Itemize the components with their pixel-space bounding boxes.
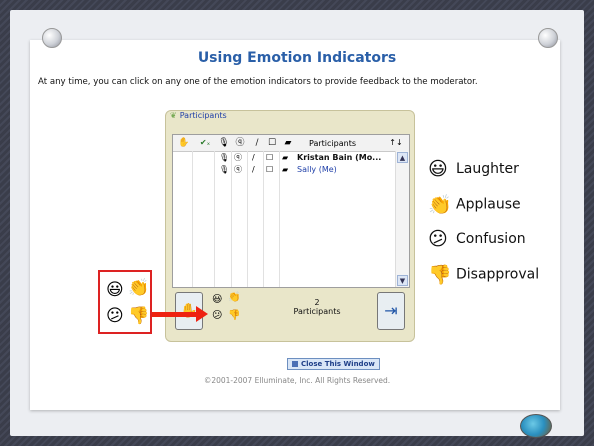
disapproval-large-icon: 👎 xyxy=(128,306,150,326)
participant-name: Kristan Bain (Mo... xyxy=(297,153,382,162)
whiteboard-pen-icon: / xyxy=(252,165,255,174)
legend-label: Laughter xyxy=(456,161,519,177)
participants-tab[interactable]: ❦ Participants xyxy=(170,111,227,120)
legend-applause: 👏 Applause xyxy=(428,193,521,216)
participant-count-number: 2 xyxy=(314,298,320,307)
participant-count-label: Participants xyxy=(293,307,341,316)
participant-count: 2 Participants xyxy=(272,298,362,316)
legend-label: Confusion xyxy=(456,231,526,247)
applause-icon: 👏 xyxy=(428,194,452,216)
video-icon: ▰ xyxy=(282,153,289,162)
app-share-icon: ☐ xyxy=(266,165,274,174)
slide-description: At any time, you can click on any one of… xyxy=(38,77,478,87)
laughter-icon: 😃 xyxy=(428,158,448,180)
microphone-icon: 🎙 xyxy=(219,153,230,162)
applause-large-icon: 👏 xyxy=(128,278,150,298)
video-column-icon[interactable]: ▰ xyxy=(281,137,295,149)
microphone-column-icon[interactable]: 🎙 xyxy=(217,137,231,149)
participants-list-header: ✋ ✔ₓ 🎙 ⓠ / ☐ ▰ Participants ↑↓ xyxy=(173,135,409,152)
participants-tab-label: Participants xyxy=(179,111,227,120)
pushpin-right-icon xyxy=(538,28,558,48)
close-window-button[interactable]: Close This Window xyxy=(287,358,380,370)
emotion-column-icon[interactable]: ⓠ xyxy=(233,137,247,149)
app-share-icon: ☐ xyxy=(266,153,274,162)
sort-icon[interactable]: ↑↓ xyxy=(389,137,403,149)
participant-row[interactable]: 🎙 ⓠ / ☐ ▰ Sally (Me) xyxy=(173,164,393,175)
emotion-status-icon: ⓠ xyxy=(234,153,242,162)
laughter-small-icon[interactable]: 😃 xyxy=(212,294,222,306)
agree-disagree-column-icon[interactable]: ✔ₓ xyxy=(198,137,212,149)
emotion-status-icon: ⓠ xyxy=(234,165,242,174)
disapproval-small-icon[interactable]: 👎 xyxy=(228,310,240,322)
legend-laughter: 😃 Laughter xyxy=(428,158,519,180)
whiteboard-pen-icon: / xyxy=(252,153,255,162)
video-icon: ▰ xyxy=(282,165,289,174)
pointer-arrow-head xyxy=(196,306,208,322)
application-sharing-column-icon[interactable]: ☐ xyxy=(265,137,279,149)
participants-list: ✋ ✔ₓ 🎙 ⓠ / ☐ ▰ Participants ↑↓ 🎙 ⓠ / ☐ ▰… xyxy=(172,134,410,288)
legend-label: Applause xyxy=(456,196,521,213)
scroll-down-button[interactable]: ▼ xyxy=(397,275,408,286)
legend-label: Disapproval xyxy=(456,266,540,283)
pointer-arrow xyxy=(152,312,198,317)
participants-tab-icon: ❦ xyxy=(170,111,177,120)
confusion-icon: 😕 xyxy=(428,228,448,250)
slide-title: Using Emotion Indicators xyxy=(197,50,397,66)
close-window-label: Close This Window xyxy=(301,360,375,368)
confusion-small-icon[interactable]: 😕 xyxy=(212,310,222,322)
participant-row[interactable]: 🎙 ⓠ / ☐ ▰ Kristan Bain (Mo... xyxy=(173,152,393,163)
close-window-icon xyxy=(292,361,298,367)
legend-confusion: 😕 Confusion xyxy=(428,228,526,250)
participant-name: Sally (Me) xyxy=(297,165,337,174)
emotion-highlight-box: 😃 👏 😕 👎 xyxy=(98,270,152,334)
applause-small-icon[interactable]: 👏 xyxy=(228,292,240,304)
pushpin-left-icon xyxy=(42,28,62,48)
scroll-up-button[interactable]: ▲ xyxy=(397,152,408,163)
confusion-large-icon: 😕 xyxy=(106,306,124,326)
laughter-large-icon: 😃 xyxy=(106,280,124,300)
whiteboard-column-icon[interactable]: / xyxy=(250,137,264,149)
copyright-text: ©2001-2007 Elluminate, Inc. All Rights R… xyxy=(203,376,391,385)
exit-button[interactable]: ⇥ xyxy=(377,292,405,330)
microphone-icon: 🎙 xyxy=(219,165,230,174)
legend-disapproval: 👎 Disapproval xyxy=(428,263,539,286)
participants-column-header[interactable]: Participants xyxy=(309,138,356,149)
participants-scrollbar[interactable]: ▲ ▼ xyxy=(395,151,409,287)
disapproval-icon: 👎 xyxy=(428,264,452,286)
raise-hand-column-icon[interactable]: ✋ xyxy=(177,137,191,149)
globe-icon xyxy=(520,414,552,438)
